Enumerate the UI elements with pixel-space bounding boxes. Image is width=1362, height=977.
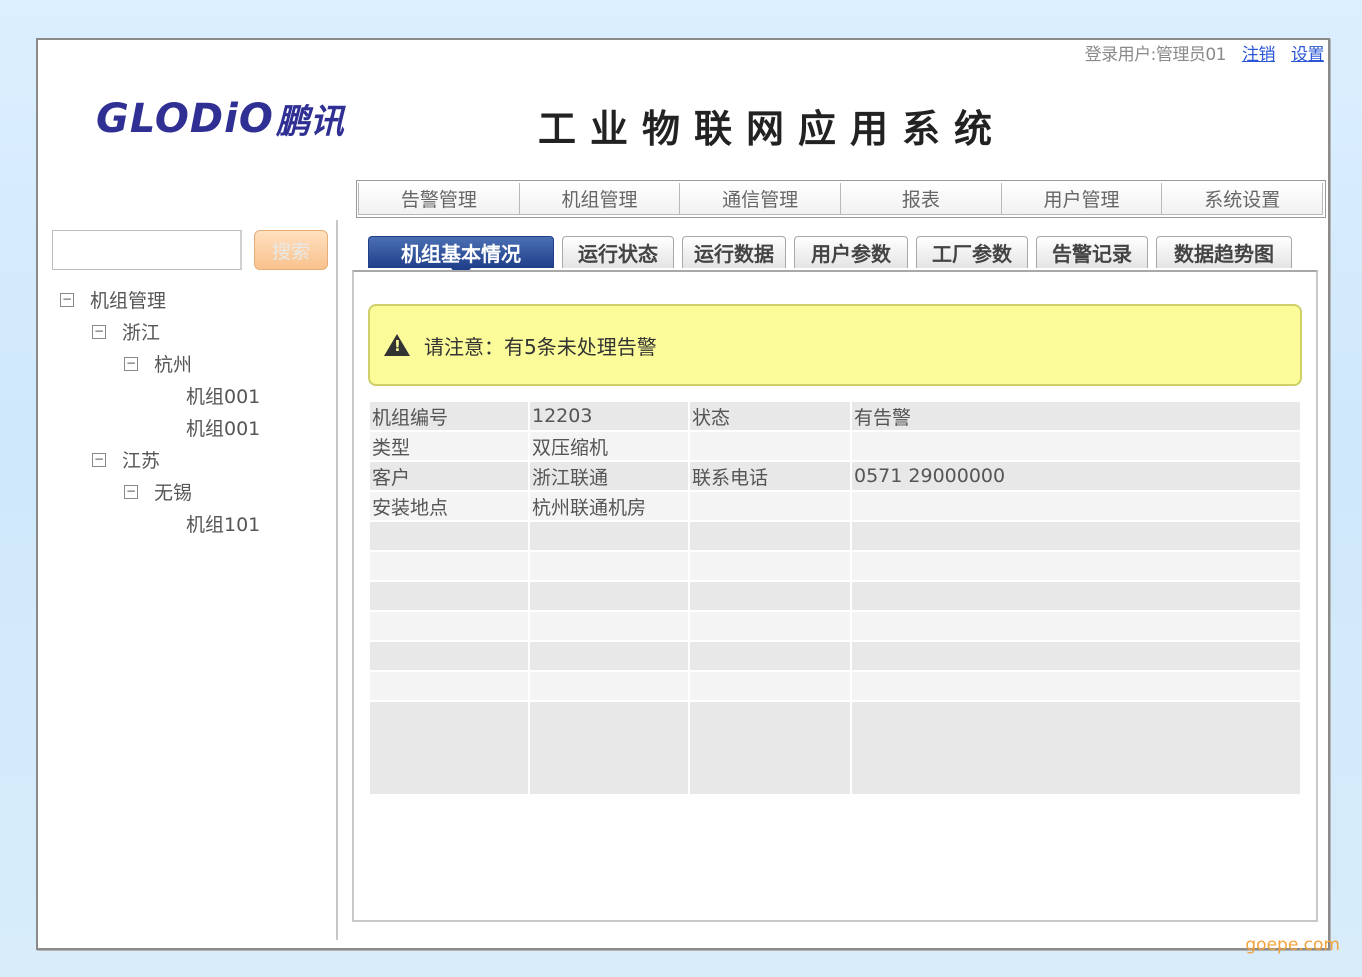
logo-text-cn: 鹏讯 xyxy=(275,102,344,142)
collapse-icon[interactable]: − xyxy=(60,292,74,307)
table-cell: 浙江联通 xyxy=(528,460,690,492)
table-row: 客户 浙江联通 联系电话 0571 29000000 xyxy=(368,460,1302,492)
main-nav: 告警管理 机组管理 通信管理 报表 用户管理 系统设置 xyxy=(356,180,1326,218)
tab-label: 机组基本情况 xyxy=(401,242,521,266)
collapse-icon[interactable]: − xyxy=(92,324,106,339)
tree-label: 浙江 xyxy=(122,322,161,344)
nav-reports[interactable]: 报表 xyxy=(840,183,1002,215)
table-row-empty xyxy=(368,580,1302,612)
nav-unit-management[interactable]: 机组管理 xyxy=(518,183,681,215)
search-input[interactable] xyxy=(52,230,242,270)
tree-node-root[interactable]: − 机组管理 xyxy=(60,286,166,313)
tab-running-data[interactable]: 运行数据 xyxy=(682,236,786,268)
table-cell: 双压缩机 xyxy=(528,430,690,462)
tree-label: 江苏 xyxy=(122,450,161,472)
sidebar: 搜索 − 机组管理 − 浙江 − 杭州 机组001 机组001 − 江苏 − 无… xyxy=(50,220,338,940)
tree-node-jiangsu[interactable]: − 江苏 xyxy=(92,446,160,473)
nav-system-settings[interactable]: 系统设置 xyxy=(1161,183,1324,215)
table-cell xyxy=(850,490,1302,522)
tab-bar: 机组基本情况 运行状态 运行数据 用户参数 工厂参数 告警记录 数据趋势图 xyxy=(368,236,1300,280)
tab-factory-params[interactable]: 工厂参数 xyxy=(916,236,1028,268)
alert-banner: 请注意：有5条未处理告警 xyxy=(368,304,1302,386)
tab-user-params[interactable]: 用户参数 xyxy=(794,236,908,268)
tree-label: 杭州 xyxy=(154,354,193,376)
table-cell: 状态 xyxy=(688,400,852,432)
unit-info-table: 机组编号 12203 状态 有告警 类型 双压缩机 客户 浙江联通 联系电话 0… xyxy=(368,400,1302,796)
tree-node-hangzhou[interactable]: − 杭州 xyxy=(124,350,192,377)
tab-panel: 请注意：有5条未处理告警 机组编号 12203 状态 有告警 类型 双压缩机 xyxy=(352,270,1318,922)
collapse-icon[interactable]: − xyxy=(124,356,138,371)
logo: GLODiO 鹏讯 xyxy=(96,94,344,143)
table-row-empty xyxy=(368,670,1302,702)
tab-running-status[interactable]: 运行状态 xyxy=(562,236,674,268)
tab-data-trend[interactable]: 数据趋势图 xyxy=(1156,236,1292,268)
table-row-empty xyxy=(368,520,1302,552)
tab-unit-basic-info[interactable]: 机组基本情况 xyxy=(368,236,554,280)
tree-node-wuxi[interactable]: − 无锡 xyxy=(124,478,192,505)
table-row: 类型 双压缩机 xyxy=(368,430,1302,462)
table-row: 机组编号 12203 状态 有告警 xyxy=(368,400,1302,432)
table-cell: 有告警 xyxy=(850,400,1302,432)
table-cell: 0571 29000000 xyxy=(850,460,1302,492)
nav-user-management[interactable]: 用户管理 xyxy=(1000,183,1163,215)
settings-link[interactable]: 设置 xyxy=(1291,45,1325,65)
table-cell: 类型 xyxy=(368,430,530,462)
alert-message: 请注意：有5条未处理告警 xyxy=(424,334,657,359)
nav-alarm-management[interactable]: 告警管理 xyxy=(358,183,520,215)
app-title: 工业物联网应用系统 xyxy=(538,107,1007,151)
table-row: 安装地点 杭州联通机房 xyxy=(368,490,1302,522)
tree-leaf-unit[interactable]: 机组101 xyxy=(186,510,260,537)
table-cell: 联系电话 xyxy=(688,460,852,492)
table-cell: 机组编号 xyxy=(368,400,530,432)
table-cell: 客户 xyxy=(368,460,530,492)
collapse-icon[interactable]: − xyxy=(124,484,138,499)
logout-link[interactable]: 注销 xyxy=(1242,45,1276,65)
table-cell xyxy=(688,430,852,462)
app-window: 登录用户:管理员01 注销 设置 GLODiO 鹏讯 工业物联网应用系统 告警管理 … xyxy=(36,38,1330,950)
user-bar: 登录用户:管理员01 注销 设置 xyxy=(1084,40,1325,65)
table-row-empty xyxy=(368,550,1302,582)
content-area: 机组基本情况 运行状态 运行数据 用户参数 工厂参数 告警记录 数据趋势图 请注… xyxy=(338,220,1328,940)
tree-node-zhejiang[interactable]: − 浙江 xyxy=(92,318,160,345)
tree-label: 无锡 xyxy=(154,482,193,504)
table-cell: 12203 xyxy=(528,400,690,432)
table-cell xyxy=(688,490,852,522)
table-cell xyxy=(850,430,1302,462)
collapse-icon[interactable]: − xyxy=(92,452,106,467)
table-row-empty xyxy=(368,640,1302,672)
table-row-empty xyxy=(368,610,1302,642)
tab-alarm-records[interactable]: 告警记录 xyxy=(1036,236,1148,268)
tree-label: 机组管理 xyxy=(90,290,167,312)
table-row-empty xyxy=(368,700,1302,796)
login-user-label: 登录用户:管理员01 xyxy=(1084,45,1227,65)
tree-leaf-unit[interactable]: 机组001 xyxy=(186,382,260,409)
table-cell: 杭州联通机房 xyxy=(528,490,690,522)
table-cell: 安装地点 xyxy=(368,490,530,522)
tree-leaf-unit[interactable]: 机组001 xyxy=(186,414,260,441)
watermark: goepe.com xyxy=(1245,935,1340,955)
warning-icon xyxy=(384,334,410,356)
logo-text-en: GLODiO xyxy=(96,95,274,142)
search-button[interactable]: 搜索 xyxy=(254,230,328,270)
nav-communication-management[interactable]: 通信管理 xyxy=(679,183,842,215)
